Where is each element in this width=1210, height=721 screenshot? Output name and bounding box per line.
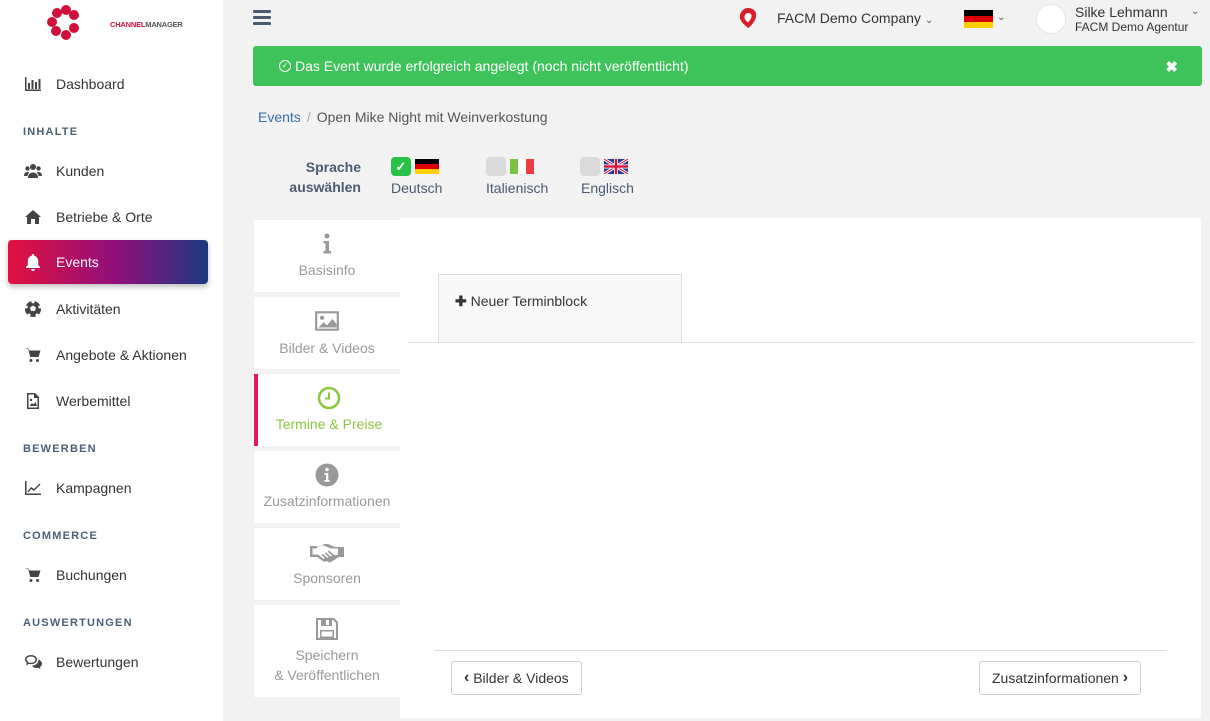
sidebar-item-label: Betriebe & Orte — [56, 209, 153, 225]
sidebar-item-label: Kampagnen — [56, 480, 132, 496]
menu-toggle-icon[interactable] — [253, 10, 271, 26]
flag-de-icon — [415, 159, 439, 174]
sidebar-item-dashboard[interactable]: Dashboard — [8, 62, 208, 106]
checkbox-icon[interactable] — [580, 157, 600, 176]
section-bewerben: BEWERBEN — [23, 443, 97, 455]
sidebar-item-events[interactable]: Events — [8, 240, 208, 284]
comments-icon — [8, 653, 56, 671]
sidebar-item-label: Dashboard — [56, 76, 125, 92]
sidebar-item-kampagnen[interactable]: Kampagnen — [8, 466, 208, 510]
step-label: Bilder & Videos — [279, 340, 375, 356]
next-step-label: Zusatzinformationen — [992, 670, 1119, 686]
new-terminblock-label: Neuer Terminblock — [470, 293, 588, 309]
chevron-down-icon: ⌄ — [924, 15, 934, 26]
step-label: Speichern — [295, 647, 359, 663]
company-logo — [734, 4, 762, 32]
sidebar-item-kunden[interactable]: Kunden — [8, 149, 208, 193]
chevron-down-icon[interactable]: ⌄ — [997, 12, 1005, 23]
home-icon — [8, 208, 56, 226]
sidebar-item-aktivitaeten[interactable]: Aktivitäten — [8, 287, 208, 331]
sidebar-item-betriebe[interactable]: Betriebe & Orte — [8, 195, 208, 239]
sidebar-item-label: Bewertungen — [56, 654, 139, 670]
language-select-title: Sprache auswählen — [289, 157, 361, 197]
chevron-right-icon: › — [1122, 669, 1129, 686]
company-selector[interactable]: FACM Demo Company ⌄ — [777, 10, 933, 26]
step-label-2: & Veröffentlichen — [274, 667, 380, 683]
user-agency: FACM Demo Agentur — [1075, 20, 1189, 34]
info-circle-icon — [315, 463, 339, 487]
flag-uk-icon — [604, 159, 628, 174]
sidebar-item-label: Kunden — [56, 163, 105, 179]
check-circle-icon: ✓ — [279, 60, 291, 72]
step-sponsoren[interactable]: Sponsoren — [254, 528, 400, 600]
language-title-line2: auswählen — [289, 179, 361, 195]
info-icon — [323, 233, 331, 254]
soccer-ball-icon — [8, 300, 56, 318]
step-bilder-videos[interactable]: Bilder & Videos — [254, 297, 400, 369]
language-title-line1: Sprache — [305, 159, 361, 175]
sidebar-item-bewertungen[interactable]: Bewertungen — [8, 640, 208, 684]
sidebar-item-label: Buchungen — [56, 567, 127, 583]
chevron-left-icon: ‹ — [464, 669, 470, 686]
breadcrumb: Events / Open Mike Night mit Weinverkostun… — [258, 109, 548, 125]
language-name: Englisch — [581, 180, 634, 196]
line-chart-icon — [8, 479, 56, 497]
clock-icon — [317, 386, 341, 410]
handshake-icon — [310, 544, 344, 563]
channelmanager-logo[interactable]: CHANNELMANAGER — [47, 2, 183, 44]
step-label: Basisinfo — [298, 262, 356, 278]
avatar[interactable] — [1036, 4, 1066, 34]
language-flag-de[interactable] — [964, 10, 993, 28]
chevron-down-icon[interactable]: ⌄ — [1191, 6, 1199, 17]
sidebar-item-label: Werbemittel — [56, 393, 131, 409]
users-icon — [8, 162, 56, 180]
step-termine-preise[interactable]: Termine & Preise — [254, 374, 400, 446]
plus-icon: ✚ — [455, 293, 467, 309]
next-step-button[interactable]: Zusatzinformationen › — [979, 661, 1142, 695]
bar-chart-icon — [8, 75, 56, 93]
save-icon — [316, 618, 338, 640]
main-panel: ✚ Neuer Terminblock ‹ Bilder & Videos Zu… — [400, 218, 1201, 718]
sidebar: CHANNELMANAGER Dashboard INHALTE Kunden … — [0, 0, 223, 721]
sidebar-item-label: Aktivitäten — [56, 301, 121, 317]
sidebar-item-label: Angebote & Aktionen — [56, 347, 187, 363]
tab-divider — [408, 342, 1194, 343]
cart-icon — [8, 566, 56, 584]
close-icon[interactable]: ✖ — [1165, 58, 1178, 76]
bell-icon — [8, 253, 56, 271]
section-inhalte: INHALTE — [23, 126, 79, 138]
flag-it-icon — [510, 159, 534, 174]
sidebar-item-werbemittel[interactable]: Werbemittel — [8, 379, 208, 423]
sidebar-item-buchungen[interactable]: Buchungen — [8, 553, 208, 597]
new-terminblock-tab[interactable]: ✚ Neuer Terminblock — [438, 274, 682, 342]
step-label: Termine & Preise — [275, 416, 383, 432]
logo-text: CHANNELMANAGER — [110, 20, 183, 29]
step-zusatzinformationen[interactable]: Zusatzinformationen — [254, 451, 400, 523]
prev-step-label: Bilder & Videos — [473, 670, 569, 686]
step-label: Zusatzinformationen — [263, 493, 391, 509]
picture-icon — [315, 311, 339, 331]
breadcrumb-current: Open Mike Night mit Weinverkostung — [316, 109, 548, 125]
section-auswertungen: AUSWERTUNGEN — [23, 617, 133, 629]
checkbox-icon[interactable] — [486, 157, 506, 176]
language-name: Deutsch — [391, 180, 443, 196]
prev-step-button[interactable]: ‹ Bilder & Videos — [451, 661, 582, 695]
breadcrumb-separator: / — [306, 109, 311, 125]
image-file-icon — [8, 392, 56, 410]
sidebar-item-label: Events — [56, 254, 99, 270]
footer-divider — [434, 650, 1167, 651]
sidebar-item-angebote[interactable]: Angebote & Aktionen — [8, 333, 208, 377]
breadcrumb-events-link[interactable]: Events — [258, 109, 301, 125]
cart-icon — [8, 346, 56, 364]
alert-message: Das Event wurde erfolgreich angelegt (no… — [295, 58, 689, 74]
section-commerce: COMMERCE — [23, 530, 98, 542]
company-name: FACM Demo Company — [777, 10, 921, 26]
user-name[interactable]: Silke Lehmann — [1075, 4, 1168, 20]
success-alert: ✓ Das Event wurde erfolgreich angelegt (… — [253, 46, 1202, 86]
step-speichern[interactable]: Speichern & Veröffentlichen — [254, 605, 400, 697]
step-basisinfo[interactable]: Basisinfo — [254, 220, 400, 292]
step-label: Sponsoren — [293, 570, 361, 586]
checkbox-checked-icon[interactable]: ✓ — [391, 157, 411, 176]
language-name: Italienisch — [486, 180, 549, 196]
